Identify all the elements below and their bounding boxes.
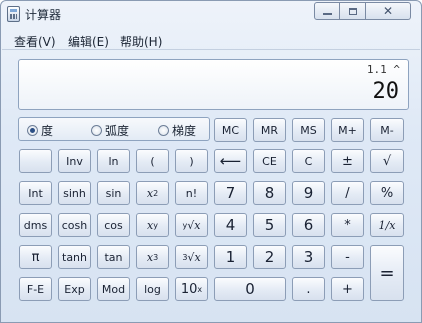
tan-button[interactable]: tan (97, 245, 130, 269)
x-squared-button[interactable]: x2 (136, 181, 169, 205)
sqrt-button[interactable]: √ (370, 149, 404, 173)
factorial-button[interactable]: n! (175, 181, 208, 205)
exp-button[interactable]: Exp (58, 277, 91, 301)
digit-0-button[interactable]: 0 (214, 277, 286, 301)
percent-button[interactable]: % (370, 181, 404, 205)
inv-button[interactable]: Inv (58, 149, 91, 173)
calculator-window: 计算器 ✕ 查看(V) 编辑(E) 帮助(H) 1.1 ^ 20 度 弧度 梯度 (0, 0, 422, 323)
calculator-icon (7, 6, 20, 22)
radio-unselected-icon (91, 125, 102, 136)
title-bar: 计算器 ✕ (1, 1, 421, 27)
cosh-button[interactable]: cosh (58, 213, 91, 237)
angle-mode-group: 度 弧度 梯度 (18, 117, 210, 141)
radio-degrees-label: 度 (41, 124, 54, 138)
reciprocal-label: 1/x (378, 218, 396, 232)
int-button[interactable]: Int (19, 181, 52, 205)
menu-divider (2, 49, 420, 50)
minimize-icon (322, 13, 332, 15)
digit-2-button[interactable]: 2 (253, 245, 286, 269)
x-power-y-button[interactable]: xy (136, 213, 169, 237)
radio-gradians[interactable]: 梯度 (158, 122, 196, 139)
digit-1-button[interactable]: 1 (214, 245, 247, 269)
menu-help[interactable]: 帮助(H) (120, 33, 162, 50)
mc-button[interactable]: MC (214, 118, 247, 142)
y-root-x-button[interactable]: y √ x (175, 213, 208, 237)
x-cubed-exponent: 3 (153, 252, 159, 262)
y-root-x: x (194, 218, 201, 232)
digit-4-button[interactable]: 4 (214, 213, 247, 237)
plus-button[interactable]: + (331, 277, 364, 301)
radio-degrees[interactable]: 度 (27, 122, 53, 139)
ten-power-x-base: 10 (180, 281, 198, 297)
left-paren-button[interactable]: ( (136, 149, 169, 173)
display-expression: 1.1 ^ (366, 63, 400, 76)
menu-edit[interactable]: 编辑(E) (68, 33, 109, 50)
maximize-button[interactable] (340, 2, 366, 20)
digit-6-button[interactable]: 6 (292, 213, 325, 237)
x-cubed-button[interactable]: x3 (136, 245, 169, 269)
menu-bar: 查看(V) 编辑(E) 帮助(H) (2, 31, 420, 49)
c-button[interactable]: C (292, 149, 325, 173)
close-icon: ✕ (382, 4, 394, 18)
digit-7-button[interactable]: 7 (214, 181, 247, 205)
blank-button[interactable] (19, 149, 52, 173)
cube-root-radical-icon: √ (187, 250, 195, 264)
ten-power-x-button[interactable]: 10 x (175, 277, 208, 301)
digit-8-button[interactable]: 8 (253, 181, 286, 205)
fe-button[interactable]: F-E (19, 277, 52, 301)
pi-button[interactable]: π (19, 245, 52, 269)
equals-button[interactable]: = (370, 245, 404, 301)
cos-button[interactable]: cos (97, 213, 130, 237)
plus-minus-button[interactable]: ± (331, 149, 364, 173)
ms-button[interactable]: MS (292, 118, 325, 142)
dms-button[interactable]: dms (19, 213, 52, 237)
cube-root-button[interactable]: 3 √ x (175, 245, 208, 269)
multiply-button[interactable]: * (331, 213, 364, 237)
calculator-display: 1.1 ^ 20 (18, 59, 409, 110)
minus-button[interactable]: - (331, 245, 364, 269)
minimize-button[interactable] (314, 2, 340, 20)
decimal-button[interactable]: . (292, 277, 325, 301)
mod-button[interactable]: Mod (97, 277, 130, 301)
radio-gradians-label: 梯度 (172, 124, 197, 138)
backspace-icon: ⟵ (219, 152, 242, 170)
radio-selected-icon (27, 125, 38, 136)
window-title: 计算器 (25, 8, 62, 22)
y-root-radical-icon: √ (187, 218, 195, 232)
m-minus-button[interactable]: M- (370, 118, 404, 142)
radio-radians[interactable]: 弧度 (91, 122, 129, 139)
sin-button[interactable]: sin (97, 181, 130, 205)
x-power-y-exponent: y (153, 220, 158, 230)
ce-button[interactable]: CE (253, 149, 286, 173)
tanh-button[interactable]: tanh (58, 245, 91, 269)
right-paren-button[interactable]: ) (175, 149, 208, 173)
menu-view[interactable]: 查看(V) (14, 33, 56, 50)
divide-button[interactable]: / (331, 181, 364, 205)
x-squared-exponent: 2 (153, 188, 159, 198)
log-button[interactable]: log (136, 277, 169, 301)
sinh-button[interactable]: sinh (58, 181, 91, 205)
display-value: 20 (372, 79, 400, 104)
ln-button[interactable]: ln (97, 149, 130, 173)
digit-3-button[interactable]: 3 (292, 245, 325, 269)
radio-radians-label: 弧度 (105, 124, 130, 138)
maximize-icon (348, 7, 357, 15)
radio-unselected-icon (158, 125, 169, 136)
ten-power-x-exponent: x (197, 284, 203, 294)
digit-9-button[interactable]: 9 (292, 181, 325, 205)
reciprocal-button[interactable]: 1/x (370, 213, 404, 237)
digit-5-button[interactable]: 5 (253, 213, 286, 237)
cube-root-x: x (194, 250, 201, 264)
m-plus-button[interactable]: M+ (331, 118, 364, 142)
mr-button[interactable]: MR (253, 118, 286, 142)
backspace-button[interactable]: ⟵ (214, 149, 247, 173)
close-button[interactable]: ✕ (366, 2, 411, 20)
